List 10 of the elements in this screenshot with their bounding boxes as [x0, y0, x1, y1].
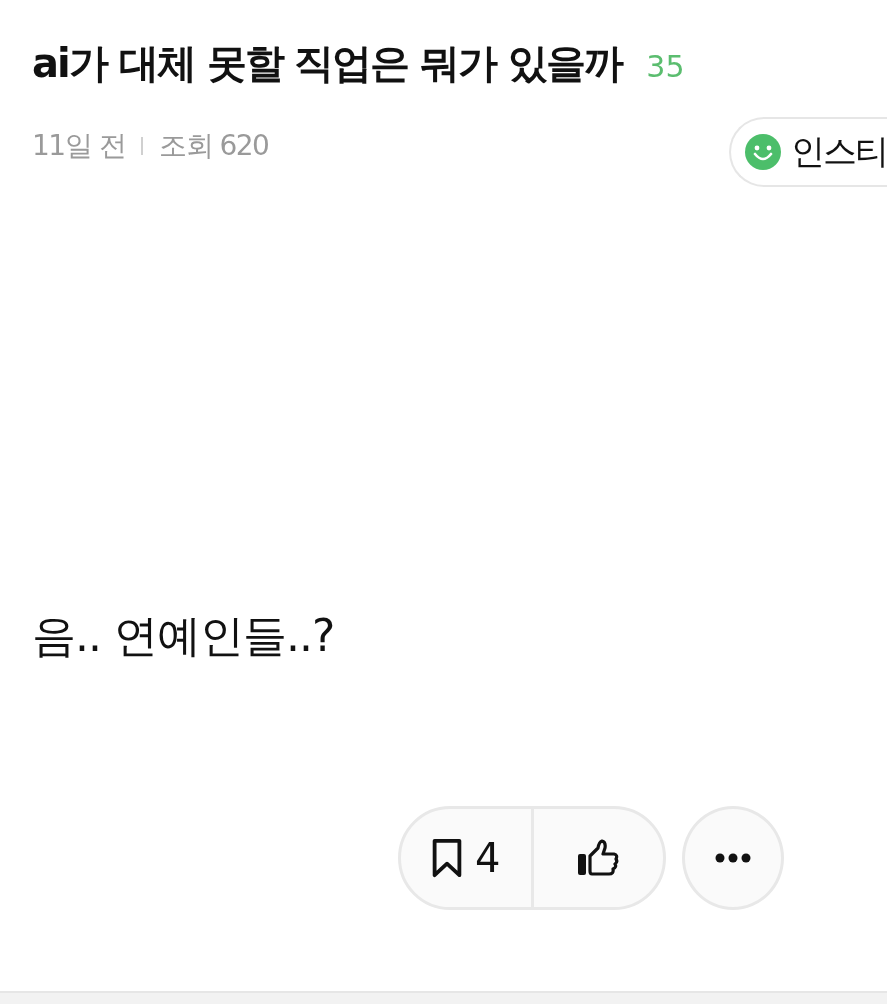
bookmark-icon — [431, 838, 463, 878]
view-count: 조회 620 — [159, 128, 269, 164]
thumbs-up-icon — [576, 839, 621, 877]
more-icon — [715, 853, 751, 863]
comment-count: 35 — [646, 49, 685, 84]
author-chip[interactable]: 인스티 — [729, 117, 887, 187]
smiley-icon — [745, 134, 781, 170]
post-time: 11일 전 — [32, 128, 126, 164]
post-body: 음.. 연예인들..? — [32, 609, 336, 663]
post-title: ai가 대체 못할 직업은 뭐가 있을까 — [32, 39, 623, 88]
